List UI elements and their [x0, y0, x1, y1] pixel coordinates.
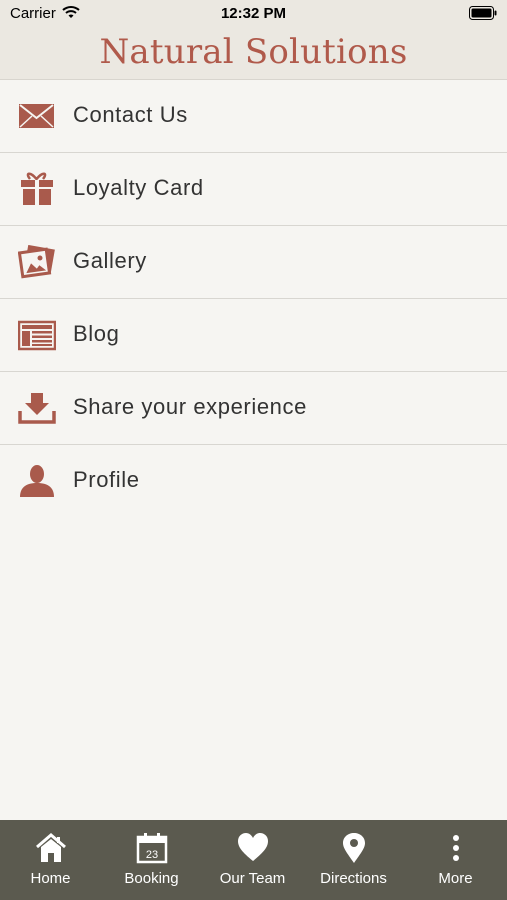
more-vertical-icon: [439, 832, 471, 864]
calendar-day: 23: [146, 849, 158, 861]
menu-item-label: Loyalty Card: [73, 175, 204, 200]
home-icon: [35, 832, 67, 864]
menu-item-label: Gallery: [73, 248, 147, 273]
photos-icon: [17, 244, 56, 279]
menu-list: Contact Us Loyalty Card Gallery Blog Sha…: [0, 80, 507, 517]
menu-item-label: Profile: [73, 467, 140, 492]
tab-label: Directions: [320, 870, 387, 887]
menu-item-label: Contact Us: [73, 102, 188, 127]
menu-item-gallery[interactable]: Gallery: [0, 226, 507, 299]
envelope-icon: [18, 99, 56, 133]
menu-item-share-experience[interactable]: Share your experience: [0, 372, 507, 445]
menu-item-label: Share your experience: [73, 394, 307, 419]
tab-label: More: [438, 870, 473, 887]
menu-item-contact-us[interactable]: Contact Us: [0, 80, 507, 153]
calendar-icon: 23: [136, 832, 168, 864]
menu-item-loyalty-card[interactable]: Loyalty Card: [0, 153, 507, 226]
tab-our-team[interactable]: Our Team: [202, 820, 303, 900]
status-time: 12:32 PM: [220, 5, 287, 22]
newspaper-icon: [17, 318, 57, 352]
status-bar: Carrier 12:32 PM: [0, 0, 507, 28]
battery-icon: [469, 6, 497, 20]
tab-more[interactable]: More: [404, 820, 507, 900]
map-pin-icon: [338, 832, 370, 864]
tab-label: Our Team: [219, 870, 286, 887]
tab-bar: Home 23 Booking Our Team Directions More: [0, 820, 507, 900]
tab-home[interactable]: Home: [0, 820, 101, 900]
user-icon: [18, 464, 56, 498]
gift-icon: [18, 172, 56, 206]
header-bar: Natural Solutions: [0, 28, 507, 80]
menu-item-profile[interactable]: Profile: [0, 445, 507, 517]
page-title: Natural Solutions: [99, 32, 408, 72]
tab-label: Home: [30, 870, 71, 887]
download-tray-icon: [18, 391, 56, 425]
tab-directions[interactable]: Directions: [303, 820, 404, 900]
tab-booking[interactable]: 23 Booking: [101, 820, 202, 900]
heart-icon: [237, 832, 269, 864]
menu-item-label: Blog: [73, 321, 120, 346]
menu-item-blog[interactable]: Blog: [0, 299, 507, 372]
tab-label: Booking: [124, 870, 179, 887]
